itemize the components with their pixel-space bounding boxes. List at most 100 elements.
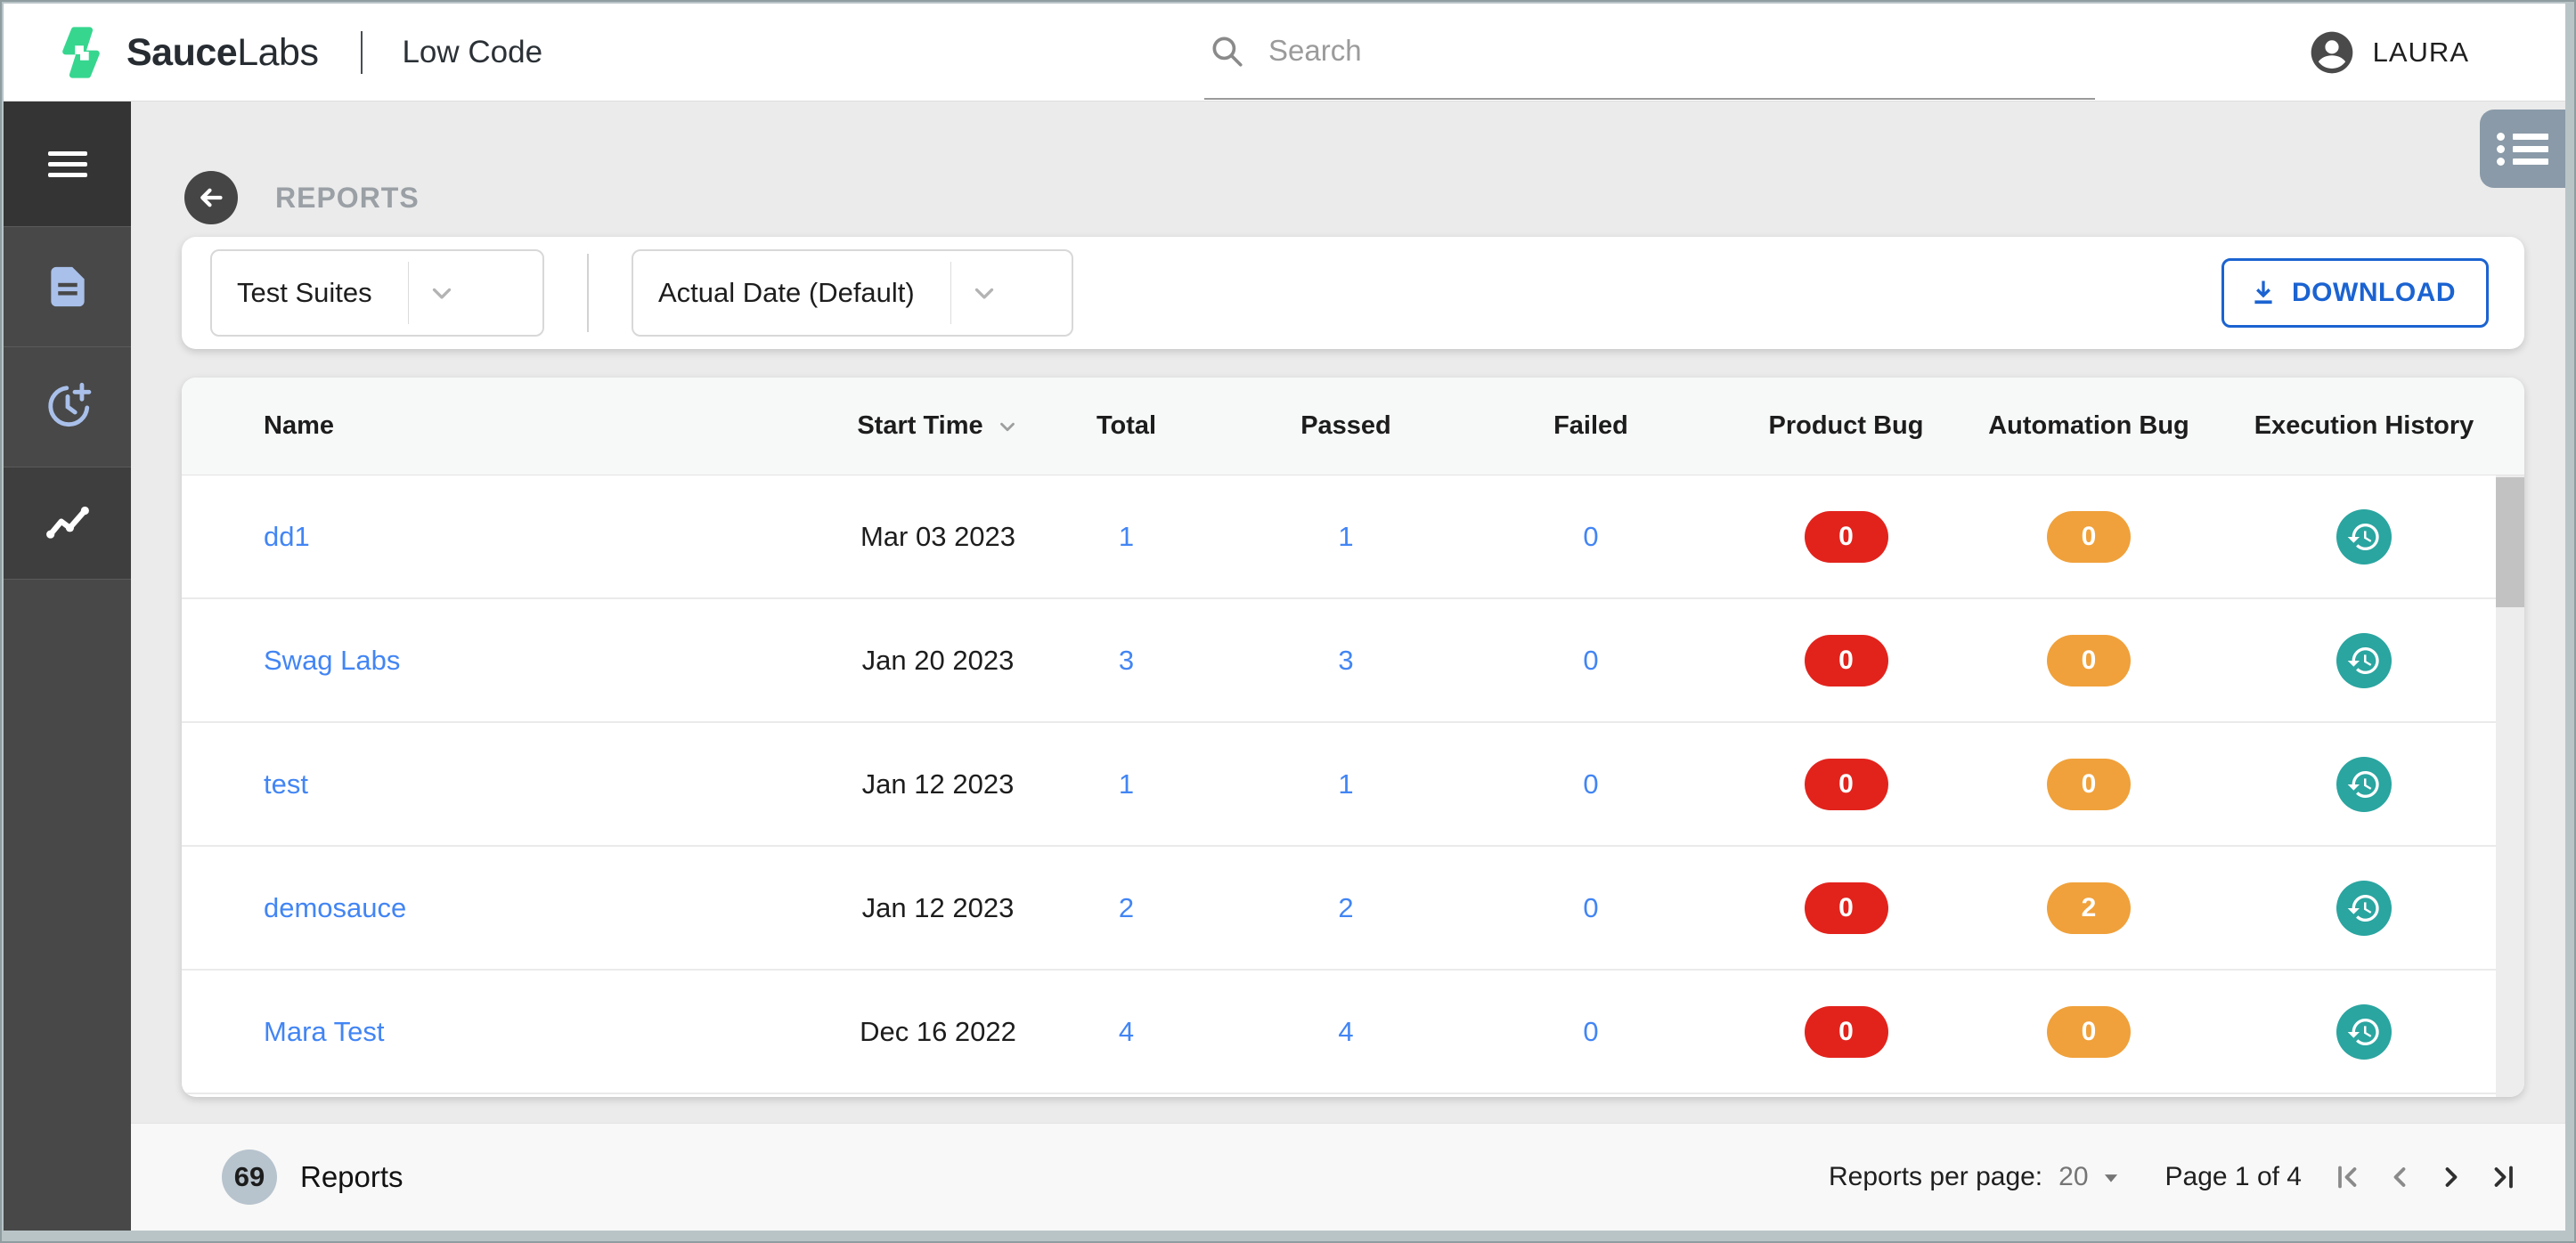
passed-link[interactable]: 2 — [1338, 892, 1353, 923]
main-content: REPORTS Test Suites Actual Date (Default… — [131, 102, 2565, 1231]
passed-link[interactable]: 1 — [1338, 768, 1353, 800]
history-icon — [2347, 894, 2379, 922]
list-icon — [2497, 128, 2548, 170]
search-input[interactable] — [1268, 34, 1981, 68]
page-header: REPORTS — [184, 171, 420, 224]
column-header-failed[interactable]: Failed — [1463, 411, 1718, 441]
previous-page-button[interactable] — [2384, 1161, 2416, 1193]
user-menu[interactable]: LAURA — [2307, 4, 2469, 102]
report-name-link[interactable]: test — [264, 768, 308, 800]
suite-filter-select[interactable]: Test Suites — [210, 249, 544, 337]
report-count-badge: 69 — [222, 1150, 277, 1205]
start-time-cell: Jan 12 2023 — [861, 768, 1015, 800]
brand: SauceLabs Low Code — [53, 4, 542, 102]
product-bug-badge[interactable]: 0 — [1804, 758, 1888, 810]
history-icon — [2347, 770, 2379, 798]
table-row: Swag Labs Jan 20 2023 3 3 0 0 0 — [182, 599, 2524, 723]
last-page-button[interactable] — [2487, 1161, 2519, 1193]
date-filter-select[interactable]: Actual Date (Default) — [632, 249, 1073, 337]
history-icon — [2347, 1018, 2379, 1045]
browser-window: SauceLabs Low Code LAURA — [0, 0, 2576, 1243]
scrollbar-thumb[interactable] — [2496, 477, 2524, 607]
column-header-name[interactable]: Name — [182, 411, 852, 441]
product-bug-badge[interactable]: 0 — [1804, 634, 1888, 686]
per-page-value[interactable]: 20 — [2058, 1162, 2088, 1192]
table-row: demosauce Jan 12 2023 2 2 0 0 2 — [182, 847, 2524, 971]
chevron-down-icon — [409, 278, 475, 308]
per-page-dropdown-icon[interactable] — [2096, 1162, 2126, 1192]
execution-history-button[interactable] — [2336, 880, 2392, 936]
total-link[interactable]: 2 — [1119, 892, 1134, 923]
failed-link[interactable]: 0 — [1583, 892, 1598, 923]
automation-bug-badge[interactable]: 0 — [2047, 1005, 2131, 1058]
search-icon — [1212, 37, 1243, 67]
execution-history-button[interactable] — [2336, 756, 2392, 812]
report-name-link[interactable]: Swag Labs — [264, 645, 400, 676]
report-name-link[interactable]: Mara Test — [264, 1016, 385, 1047]
saucelabs-logo-icon — [62, 27, 100, 78]
column-header-product-bug[interactable]: Product Bug — [1718, 411, 1974, 441]
next-page-button[interactable] — [2435, 1161, 2467, 1193]
table-scrollbar[interactable] — [2496, 475, 2524, 1097]
brand-separator — [361, 31, 363, 74]
failed-link[interactable]: 0 — [1583, 768, 1598, 800]
total-link[interactable]: 4 — [1119, 1016, 1134, 1047]
username-label: LAURA — [2372, 37, 2469, 68]
column-header-total[interactable]: Total — [1024, 411, 1228, 441]
user-avatar-icon — [2311, 31, 2352, 74]
hamburger-icon — [47, 145, 87, 183]
table-row: dd1 Mar 03 2023 1 1 0 0 0 — [182, 475, 2524, 599]
product-bug-badge[interactable]: 0 — [1804, 510, 1888, 563]
app-root: SauceLabs Low Code LAURA — [4, 4, 2565, 1231]
column-header-execution-history[interactable]: Execution History — [2204, 411, 2524, 441]
column-header-automation-bug[interactable]: Automation Bug — [1974, 411, 2204, 441]
failed-link[interactable]: 0 — [1583, 645, 1598, 676]
search-bar[interactable] — [1204, 4, 2095, 100]
execution-history-button[interactable] — [2336, 1003, 2392, 1060]
passed-link[interactable]: 1 — [1338, 521, 1353, 552]
total-link[interactable]: 1 — [1119, 521, 1134, 552]
column-header-passed[interactable]: Passed — [1228, 411, 1463, 441]
passed-link[interactable]: 3 — [1338, 645, 1353, 676]
automation-bug-badge[interactable]: 0 — [2047, 510, 2131, 563]
first-page-button[interactable] — [2332, 1161, 2364, 1193]
sidebar-nav — [4, 102, 131, 1231]
report-name-link[interactable]: demosauce — [264, 892, 406, 923]
total-link[interactable]: 1 — [1119, 768, 1134, 800]
top-bar: SauceLabs Low Code LAURA — [4, 4, 2565, 102]
sidebar-item-reports[interactable] — [4, 467, 131, 580]
failed-link[interactable]: 0 — [1583, 521, 1598, 552]
total-link[interactable]: 3 — [1119, 645, 1134, 676]
start-time-cell: Dec 16 2022 — [860, 1015, 1016, 1047]
chevron-down-icon — [951, 278, 1017, 308]
history-icon — [2347, 646, 2379, 674]
table-footer: 69 Reports Reports per page: 20 Page 1 o… — [131, 1123, 2565, 1231]
automation-bug-badge[interactable]: 2 — [2047, 881, 2131, 934]
failed-link[interactable]: 0 — [1583, 1016, 1598, 1047]
per-page-label: Reports per page: — [1829, 1162, 2043, 1191]
download-label: DOWNLOAD — [2292, 278, 2456, 307]
suite-filter-value: Test Suites — [237, 277, 372, 308]
brand-wordmark: SauceLabs — [126, 30, 319, 74]
table-header-row: Name Start Time Total Passed Failed Prod… — [182, 378, 2524, 475]
sort-chevron-icon — [996, 415, 1019, 438]
product-bug-badge[interactable]: 0 — [1804, 881, 1888, 934]
sidebar-item-schedule[interactable] — [4, 347, 131, 467]
back-button[interactable] — [184, 171, 238, 224]
sidebar-item-documents[interactable] — [4, 227, 131, 347]
start-time-cell: Jan 12 2023 — [861, 891, 1015, 923]
download-icon — [2254, 280, 2272, 305]
passed-link[interactable]: 4 — [1338, 1016, 1353, 1047]
product-bug-badge[interactable]: 0 — [1804, 1005, 1888, 1058]
automation-bug-badge[interactable]: 0 — [2047, 758, 2131, 810]
execution-history-button[interactable] — [2336, 632, 2392, 688]
list-view-button[interactable] — [2480, 110, 2565, 188]
date-filter-value: Actual Date (Default) — [658, 277, 915, 308]
execution-history-button[interactable] — [2336, 508, 2392, 565]
download-button[interactable]: DOWNLOAD — [2221, 258, 2489, 328]
sidebar-menu-button[interactable] — [4, 102, 131, 227]
report-name-link[interactable]: dd1 — [264, 521, 310, 552]
automation-bug-badge[interactable]: 0 — [2047, 634, 2131, 686]
column-header-start-time[interactable]: Start Time — [852, 411, 1024, 441]
start-time-cell: Mar 03 2023 — [860, 520, 1016, 552]
